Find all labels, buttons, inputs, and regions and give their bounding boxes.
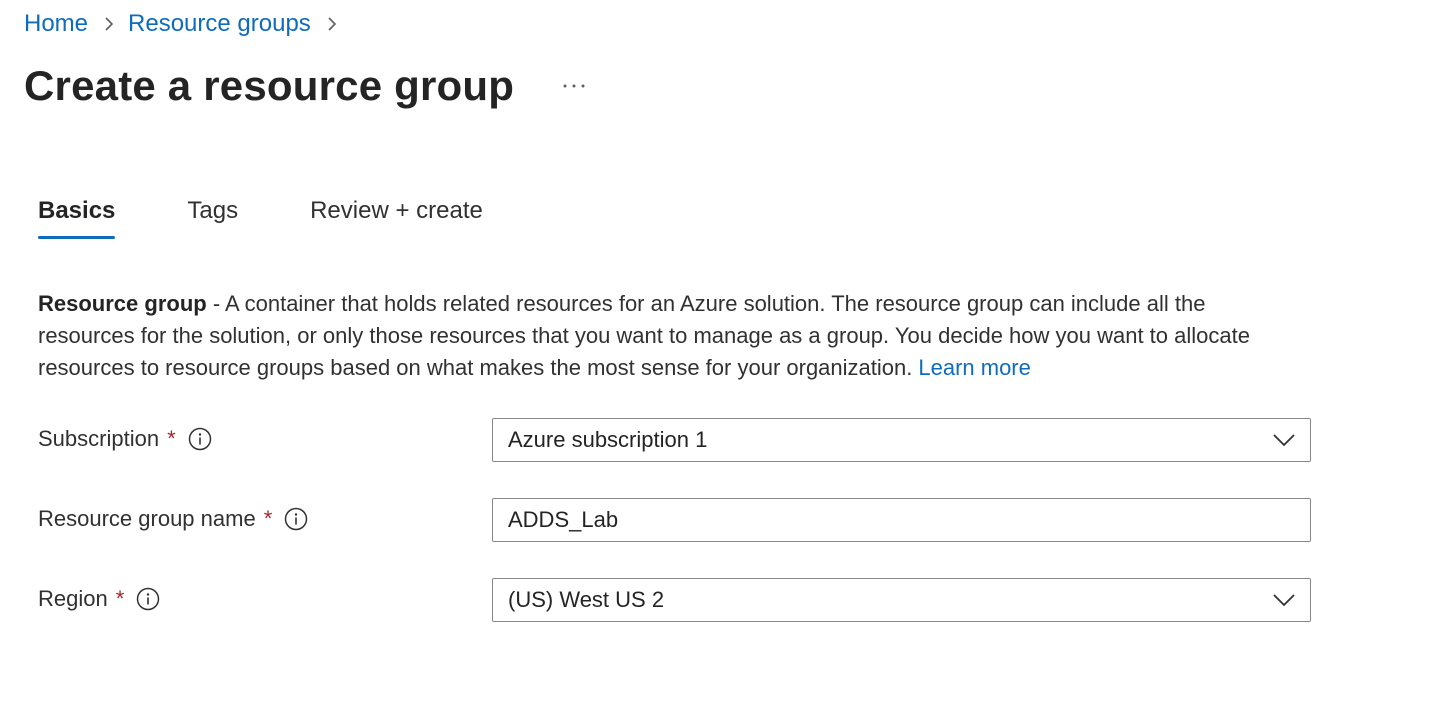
more-horizontal-icon xyxy=(563,84,585,88)
subscription-dropdown[interactable]: Azure subscription 1 xyxy=(492,418,1311,462)
page-title: Create a resource group xyxy=(24,62,515,109)
chevron-right-icon xyxy=(102,16,116,32)
info-icon[interactable] xyxy=(284,507,308,531)
required-indicator: * xyxy=(167,426,176,451)
resource-group-name-field-box xyxy=(492,498,1311,542)
tab-review-create[interactable]: Review + create xyxy=(310,190,483,238)
region-row: Region * (US) West US 2 xyxy=(38,578,1311,622)
chevron-down-icon xyxy=(1273,594,1295,607)
tab-basics[interactable]: Basics xyxy=(38,190,116,239)
subscription-row: Subscription * Azure subscription 1 xyxy=(38,418,1311,462)
tab-tags[interactable]: Tags xyxy=(187,190,238,238)
resource-group-name-label: Resource group name xyxy=(38,506,256,531)
chevron-down-icon xyxy=(1273,434,1295,447)
breadcrumb-home-link[interactable]: Home xyxy=(24,10,88,38)
region-label-group: Region * xyxy=(38,586,160,612)
resource-group-name-label-group: Resource group name * xyxy=(38,506,308,532)
subscription-label: Subscription xyxy=(38,426,160,451)
breadcrumb-resource-groups-link[interactable]: Resource groups xyxy=(128,10,311,38)
subscription-selected-value: Azure subscription 1 xyxy=(508,427,708,452)
description-text: - A container that holds related resourc… xyxy=(38,291,1250,380)
required-indicator: * xyxy=(115,586,125,611)
more-options-button[interactable] xyxy=(560,72,588,100)
subscription-label-group: Subscription * xyxy=(38,426,212,452)
resource-group-description: Resource group - A container that holds … xyxy=(38,288,1308,384)
info-icon[interactable] xyxy=(136,587,160,611)
region-label: Region xyxy=(38,586,108,611)
resource-group-name-input[interactable] xyxy=(493,499,1310,541)
chevron-right-icon xyxy=(325,16,339,32)
region-dropdown[interactable]: (US) West US 2 xyxy=(492,578,1311,622)
title-row: Create a resource group xyxy=(24,58,588,114)
breadcrumb: Home Resource groups xyxy=(24,8,351,40)
info-icon[interactable] xyxy=(188,427,212,451)
learn-more-link[interactable]: Learn more xyxy=(918,355,1031,380)
resource-group-name-row: Resource group name * xyxy=(38,498,1311,542)
region-selected-value: (US) West US 2 xyxy=(508,587,665,612)
description-term: Resource group xyxy=(38,291,207,316)
tab-list: Basics Tags Review + create xyxy=(38,190,483,242)
required-indicator: * xyxy=(263,506,273,531)
create-resource-group-page: Home Resource groups Create a resource g… xyxy=(0,0,1447,716)
